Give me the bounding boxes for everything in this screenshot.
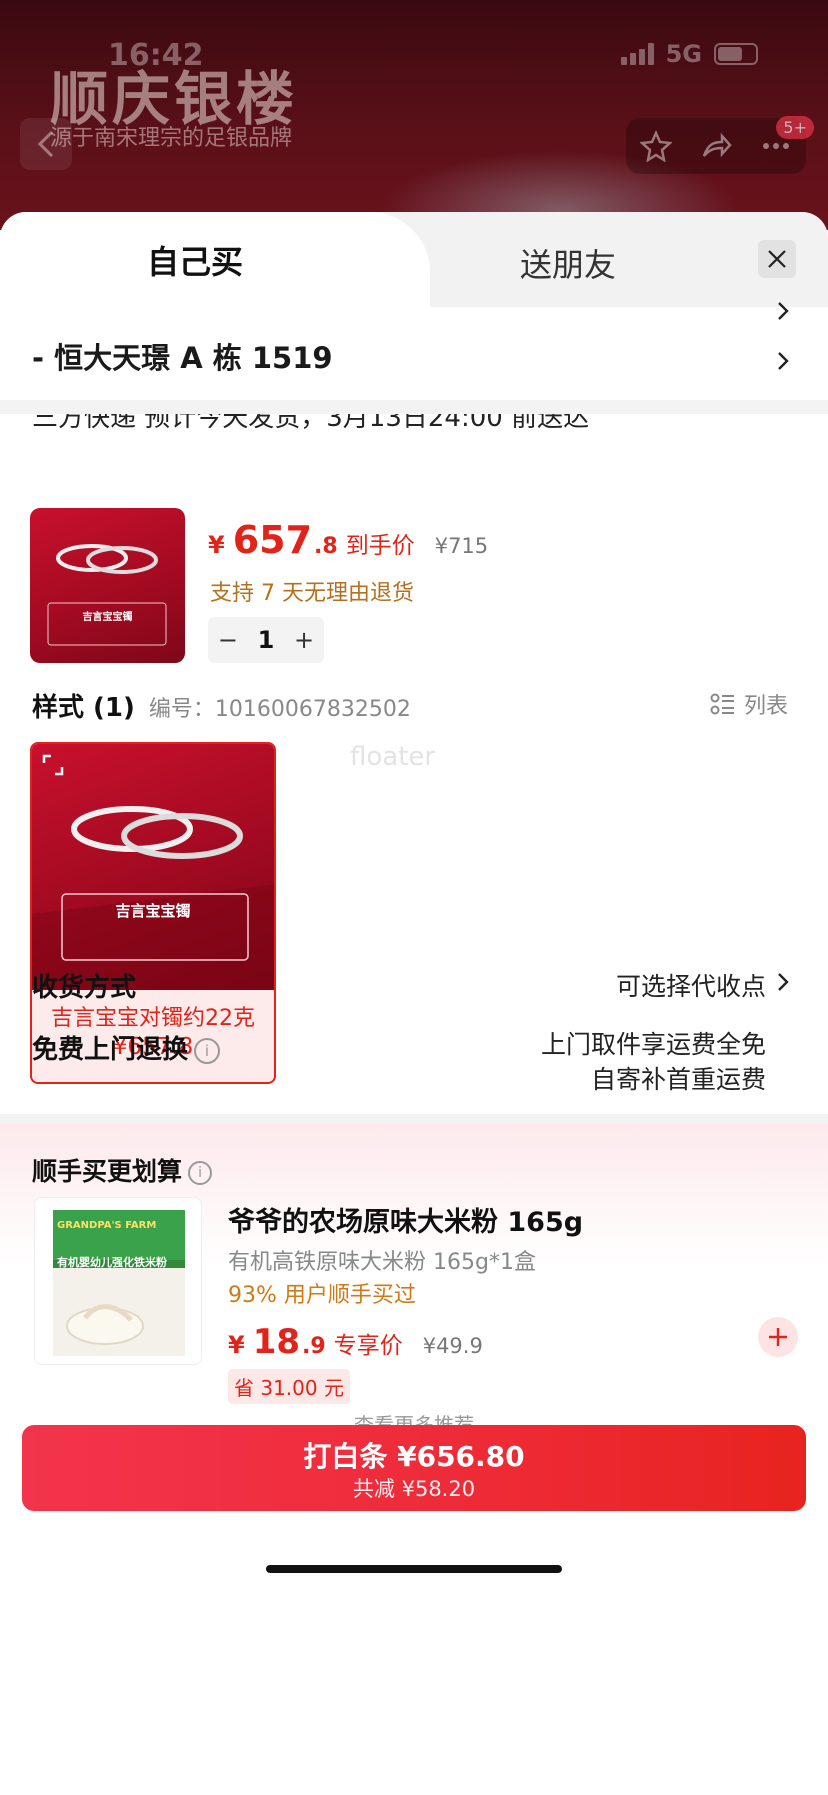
close-button[interactable] bbox=[758, 240, 796, 278]
free-return-label: 免费上门退换 i bbox=[32, 1029, 221, 1066]
original-price: ¥715 bbox=[434, 534, 489, 558]
message-badge: 5+ bbox=[776, 116, 814, 139]
free-return-pickup: 上门取件享运费全免 bbox=[540, 1030, 766, 1059]
chevron-right-icon[interactable] bbox=[774, 973, 792, 991]
original-price: ¥49.9 bbox=[422, 1334, 483, 1358]
product-price: ¥ 657 .8 到手价 ¥715 bbox=[208, 518, 489, 562]
bracelet-image bbox=[32, 806, 274, 990]
delivery-method-label: 收货方式 bbox=[32, 973, 137, 1003]
free-return-self-ship: 自寄补首重运费 bbox=[590, 1065, 766, 1094]
close-icon bbox=[768, 250, 786, 268]
share-icon[interactable] bbox=[700, 130, 732, 162]
pay-discount-label: 共减 ¥58.20 bbox=[352, 1477, 476, 1501]
plus-icon bbox=[769, 1328, 787, 1346]
store-tagline: 源于南宋理宗的足银品牌 bbox=[50, 126, 293, 151]
network-label: 5G bbox=[665, 40, 702, 68]
increase-button[interactable]: + bbox=[294, 626, 314, 654]
box-text: 有机婴幼儿强化铁米粉 bbox=[57, 1256, 167, 1269]
quantity-value[interactable]: 1 bbox=[258, 626, 275, 654]
product-code: 编号：10160067832502 bbox=[148, 697, 411, 722]
sku-name: 吉言宝宝对镯约22克 bbox=[51, 1006, 255, 1031]
recommend-bought-rate: 93% 用户顺手买过 bbox=[228, 1283, 416, 1308]
tab-buy-for-self[interactable]: 自己买 bbox=[0, 212, 430, 307]
list-icon bbox=[710, 693, 734, 715]
decrease-button[interactable]: − bbox=[218, 626, 238, 654]
sku-plate-text: 吉言宝宝镯 bbox=[115, 902, 191, 920]
box-brand: GRANDPA'S FARM bbox=[57, 1220, 157, 1231]
home-indicator[interactable] bbox=[266, 1565, 562, 1573]
recommend-item-name[interactable]: 爷爷的农场原味大米粉 165g bbox=[228, 1200, 583, 1239]
info-icon[interactable]: i bbox=[188, 1161, 213, 1185]
quantity-stepper: − 1 + bbox=[208, 617, 324, 663]
delivery-method-value[interactable]: 可选择代收点 bbox=[616, 967, 766, 1003]
tab-bar: 自己买 送朋友 bbox=[0, 212, 828, 307]
pay-button-label: 打白条 ¥656.80 bbox=[303, 1440, 525, 1473]
purchase-sheet: 自己买 送朋友 - 恒大天璟 A 栋 1519 三方快递 预计今天发货，3月13… bbox=[0, 212, 828, 1795]
price-integer: 657 bbox=[232, 518, 313, 562]
thumbnail-plate-text: 吉言宝宝镯 bbox=[82, 612, 133, 623]
price-label: 专享价 bbox=[333, 1333, 403, 1359]
chevron-right-icon[interactable] bbox=[774, 302, 792, 320]
sku-image: 吉言宝宝镯 bbox=[32, 744, 274, 990]
style-header: 样式 (1) 编号：10160067832502 bbox=[32, 687, 411, 724]
tab-gift-friend[interactable]: 送朋友 bbox=[520, 240, 616, 286]
add-to-order-button[interactable] bbox=[758, 1317, 798, 1357]
battery-icon bbox=[714, 43, 758, 65]
star-icon[interactable] bbox=[640, 130, 672, 162]
list-view-toggle[interactable]: 列表 bbox=[710, 688, 788, 720]
recommend-item-price: ¥ 18 .9 专享价 ¥49.9 bbox=[228, 1322, 483, 1362]
product-thumbnail[interactable]: 吉言宝宝镯 bbox=[30, 508, 185, 663]
pay-button[interactable]: 打白条 ¥656.80 共减 ¥58.20 bbox=[22, 1425, 806, 1511]
back-button[interactable] bbox=[20, 118, 72, 170]
recommend-item-image[interactable]: GRANDPA'S FARM 有机婴幼儿强化铁米粉 bbox=[34, 1197, 202, 1365]
recommend-item-desc: 有机高铁原味大米粉 165g*1盒 bbox=[228, 1250, 536, 1275]
price-decimal: .8 bbox=[314, 534, 338, 559]
chevron-right-icon[interactable] bbox=[774, 352, 792, 370]
style-title: 样式 (1) bbox=[32, 693, 135, 723]
status-icons: 5G bbox=[620, 40, 758, 68]
section-divider bbox=[0, 400, 828, 414]
expand-icon[interactable] bbox=[42, 754, 64, 776]
recommend-title: 顺手买更划算 i bbox=[32, 1152, 213, 1188]
price-label: 到手价 bbox=[345, 533, 415, 559]
return-policy: 支持 7 天无理由退货 bbox=[210, 581, 414, 606]
watermark: floater bbox=[350, 742, 436, 772]
bracelet-image bbox=[47, 544, 167, 646]
info-icon[interactable]: i bbox=[194, 1037, 221, 1064]
chevron-left-icon bbox=[37, 130, 54, 158]
savings-badge: 省 31.00 元 bbox=[228, 1369, 350, 1404]
delivery-address[interactable]: - 恒大天璟 A 栋 1519 bbox=[32, 335, 333, 377]
store-banner: 16:42 5G 顺庆银楼 源于南宋理宗的足银品牌 5+ bbox=[0, 0, 828, 230]
signal-icon bbox=[620, 43, 654, 65]
price-integer: 18 bbox=[252, 1322, 301, 1362]
price-decimal: .9 bbox=[302, 1334, 326, 1359]
